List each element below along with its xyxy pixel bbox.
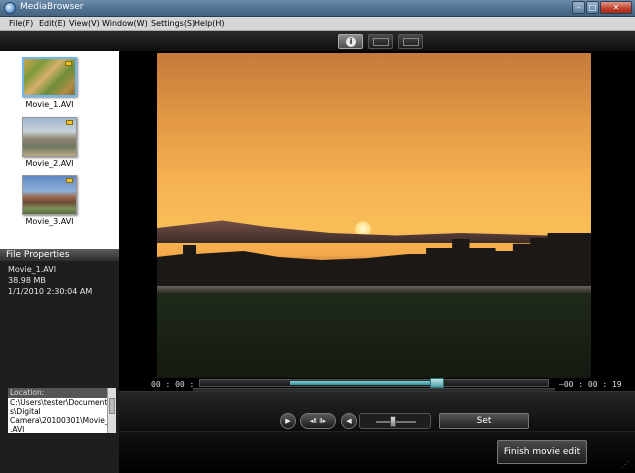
timeline-selection: [290, 381, 440, 385]
star-icon: [66, 178, 73, 183]
thumbnail-movie-3[interactable]: [22, 175, 77, 215]
file-size: 38.98 MB: [8, 276, 46, 285]
thumbnail-movie-1[interactable]: [22, 57, 77, 97]
menu-help[interactable]: Help(H): [194, 19, 225, 28]
location-scrollbar[interactable]: [107, 388, 116, 433]
playback-controls: ▶ ◂Ⅱ Ⅱ▸ ◀ Set: [119, 391, 635, 431]
film-edit-icon: [403, 38, 419, 46]
timeline-slider[interactable]: [199, 378, 549, 388]
menu-file[interactable]: File(F): [9, 19, 33, 28]
title-bar: MediaBrowser – □ ✕: [0, 0, 635, 17]
window-title: MediaBrowser: [20, 2, 84, 12]
file-name: Movie_1.AVI: [8, 265, 57, 274]
info-mode-tab[interactable]: i: [338, 34, 363, 49]
film-mode-tab[interactable]: [368, 34, 393, 49]
menu-window[interactable]: Window(W): [102, 19, 148, 28]
volume-track-line: [376, 421, 416, 423]
file-properties-panel: Movie_1.AVI 38.98 MB 1/1/2010 2:30:04 AM…: [0, 261, 119, 473]
volume-slider[interactable]: [359, 413, 431, 429]
menu-settings[interactable]: Settings(S): [151, 19, 195, 28]
resize-grip-icon[interactable]: ⋰: [621, 460, 631, 470]
field-image: [157, 293, 591, 378]
thumbnail-label: Movie_3.AVI: [25, 217, 74, 226]
menu-bar: File(F) Edit(E) View(V) Window(W) Settin…: [0, 17, 635, 31]
river-image: [157, 286, 591, 293]
location-line: C:\Users\tester\Document: [10, 398, 107, 407]
film-icon: [373, 38, 389, 46]
location-line: s\Digital: [10, 407, 41, 416]
thumbnail-label: Movie_2.AVI: [25, 159, 74, 168]
app-icon: [4, 2, 16, 14]
finish-movie-edit-button[interactable]: Finish movie edit: [497, 440, 587, 464]
mountains-image: [157, 220, 591, 243]
maximize-button[interactable]: □: [586, 1, 599, 14]
location-line: Camera\20100301\Movie_1: [10, 416, 107, 425]
bottom-bar: Finish movie edit ⋰: [119, 431, 635, 473]
location-field[interactable]: C:\Users\tester\Document s\Digital Camer…: [8, 398, 107, 433]
video-preview[interactable]: [157, 53, 591, 378]
location-label: Location:: [8, 388, 107, 398]
minimize-button[interactable]: –: [572, 1, 585, 14]
volume-knob[interactable]: [390, 416, 396, 427]
thumbnail-label: Movie_1.AVI: [25, 100, 74, 109]
set-button[interactable]: Set: [439, 413, 529, 429]
frame-step-buttons[interactable]: ◂Ⅱ Ⅱ▸: [300, 413, 336, 429]
close-button[interactable]: ✕: [600, 1, 632, 14]
info-icon: i: [346, 37, 356, 47]
location-line: .AVI: [10, 425, 25, 433]
video-area: 00 : 00 : 41 –00 : 00 : 19: [119, 51, 635, 406]
scrollbar-thumb[interactable]: [109, 398, 115, 414]
thumbnail-panel: Movie_1.AVI Movie_2.AVI Movie_3.AVI: [0, 51, 119, 249]
timeline-playhead[interactable]: [430, 378, 444, 388]
star-icon: [66, 120, 73, 125]
menu-edit[interactable]: Edit(E): [39, 19, 66, 28]
play-button[interactable]: ▶: [280, 413, 296, 429]
star-icon: [65, 61, 72, 66]
thumbnail-movie-2[interactable]: [22, 117, 77, 157]
remaining-time: –00 : 00 : 19: [559, 380, 622, 389]
file-date: 1/1/2010 2:30:04 AM: [8, 287, 93, 296]
menu-view[interactable]: View(V): [69, 19, 100, 28]
film-edit-mode-tab[interactable]: [398, 34, 423, 49]
speaker-icon[interactable]: ◀: [341, 413, 357, 429]
file-properties-header: File Properties: [0, 249, 119, 261]
mode-bar: i: [0, 31, 635, 51]
